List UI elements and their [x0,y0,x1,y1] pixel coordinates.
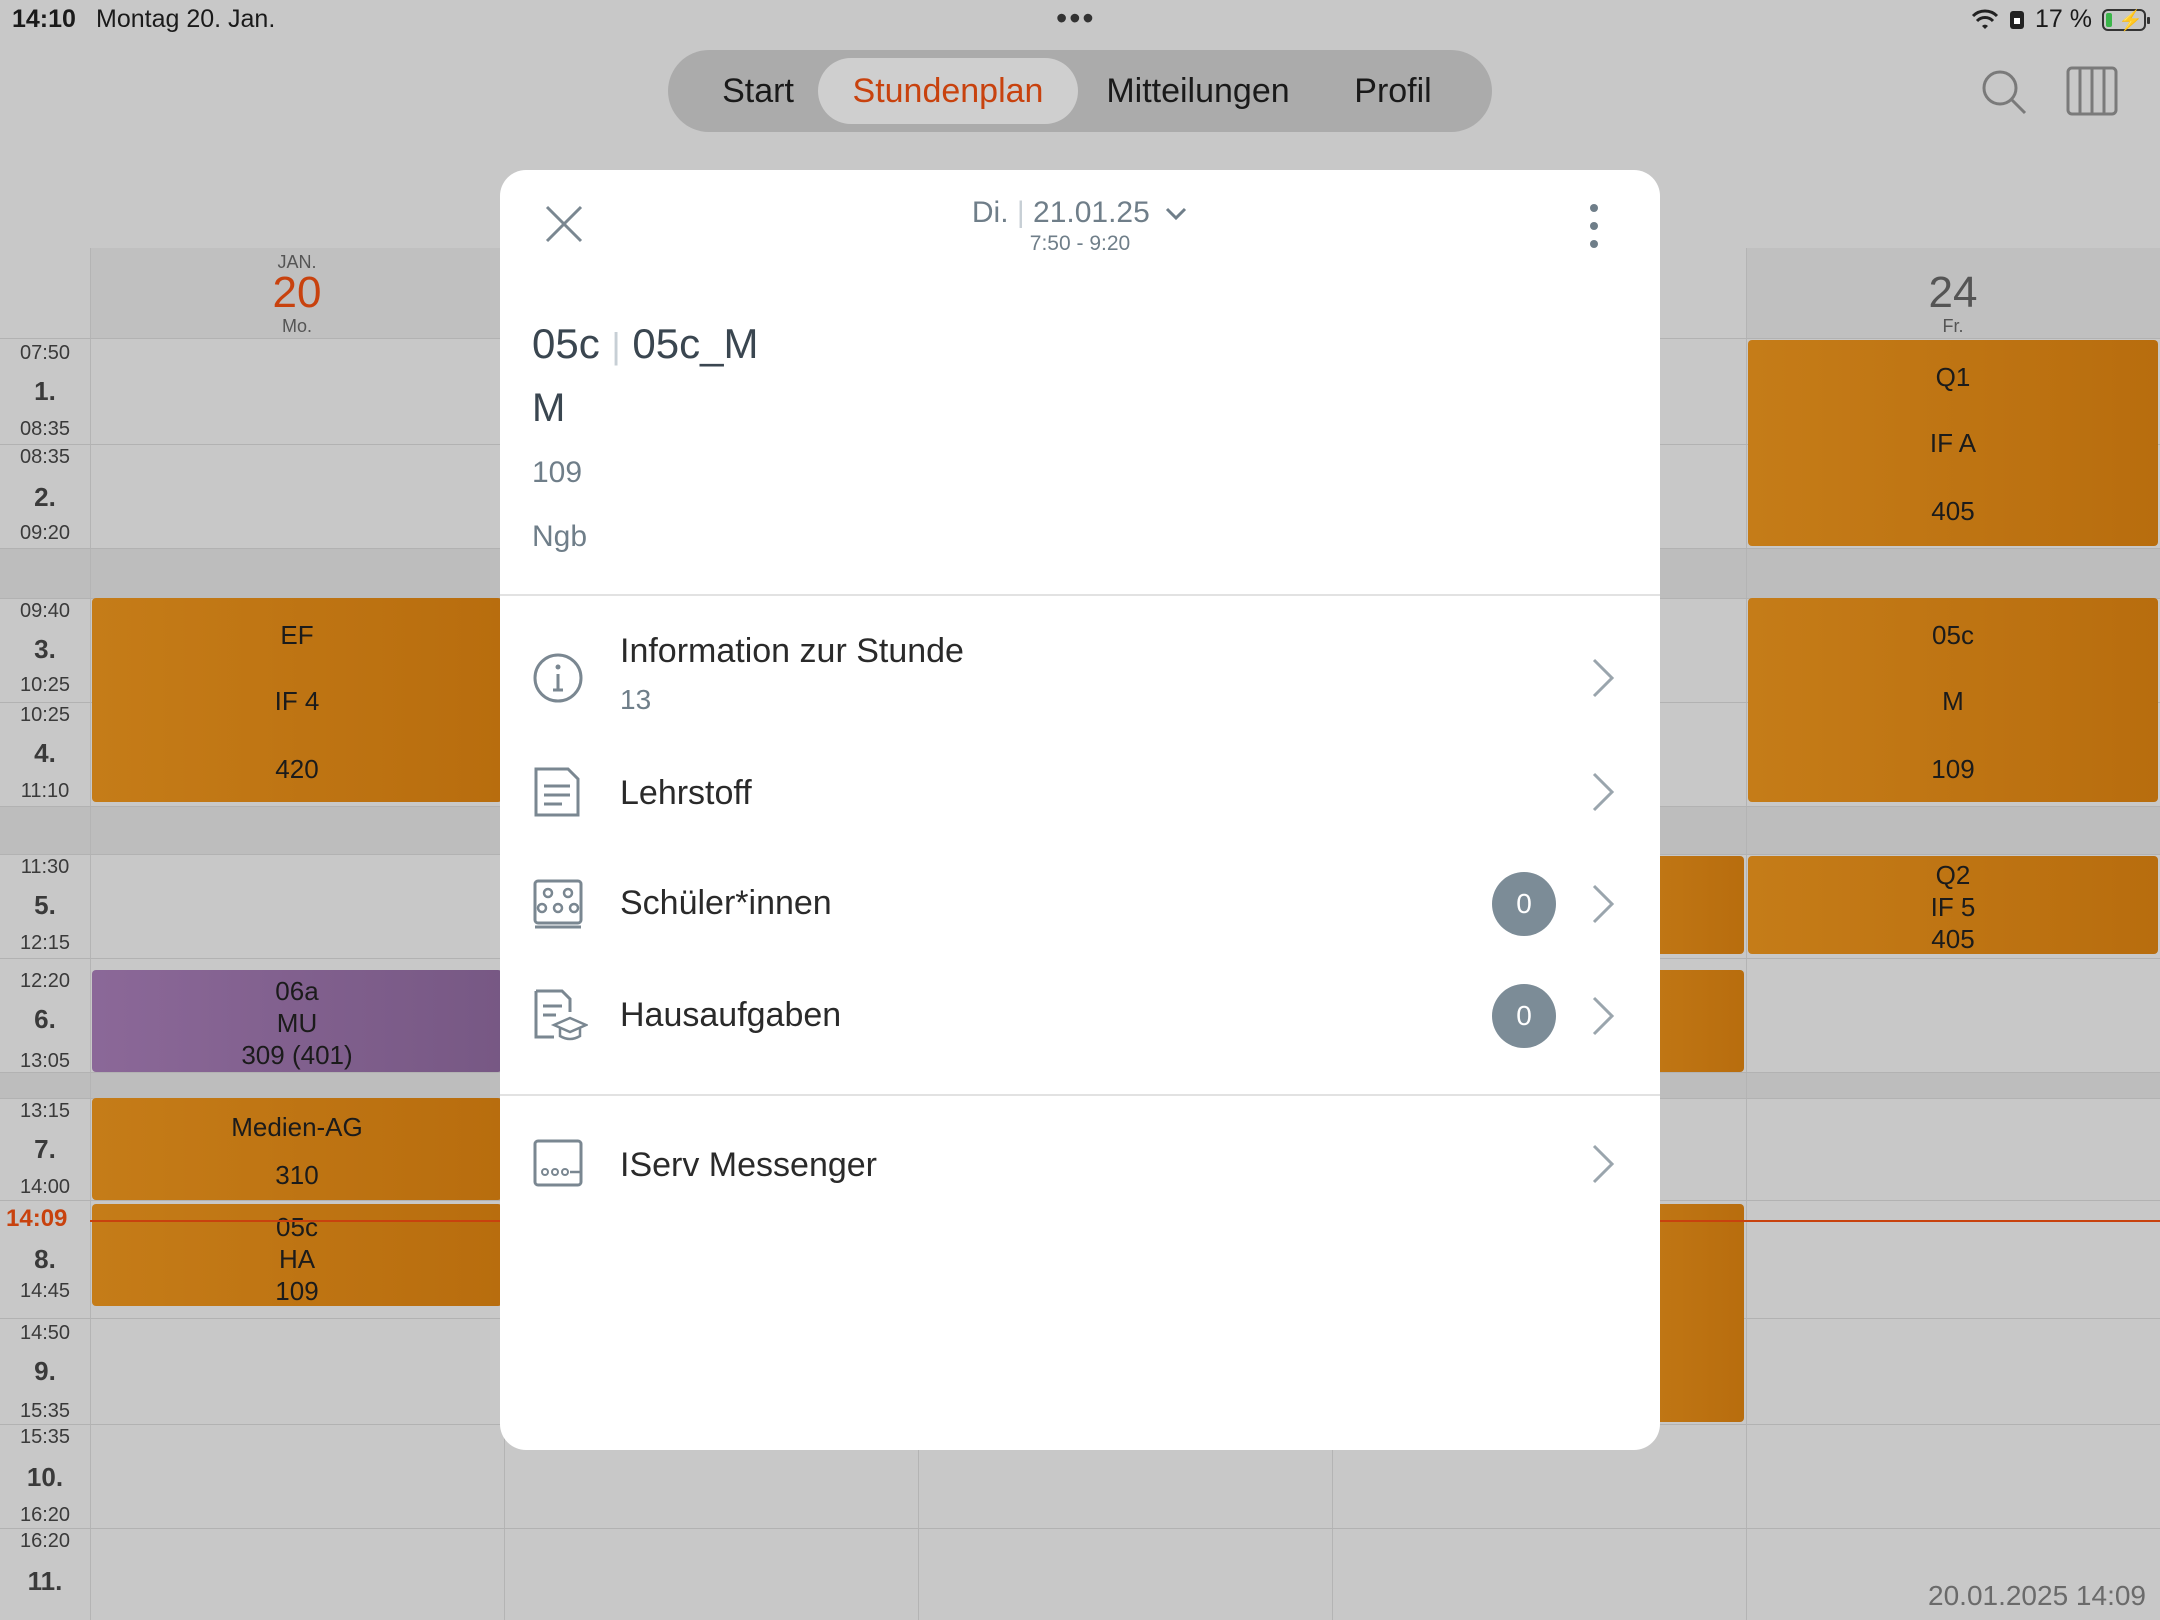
day-header-friday[interactable]: 24 Fr. [1746,248,2160,338]
lehrstoff-label: Lehrstoff [620,774,752,812]
tab-mitteilungen[interactable]: Mitteilungen [1088,58,1308,124]
weekday-label: Mo. [281,316,312,336]
info-label: Information zur Stunde [620,632,964,670]
tab-stundenplan[interactable]: Stundenplan [818,58,1078,124]
homework-label: Hausaufgaben [620,996,842,1034]
search-icon[interactable] [1980,68,2028,116]
lesson-detail-modal: Di. | 21.01.25 7:50 - 9:20 05c | 05c_M M… [500,170,1660,1450]
lock-rotation-icon [2010,10,2025,29]
lesson-subject: M [532,386,566,430]
chevron-down-icon [1166,207,1187,221]
column-divider [90,248,91,1620]
students-row[interactable]: Schüler*innen 0 [500,854,1660,954]
homework-row[interactable]: Hausaufgaben 0 [500,966,1660,1066]
lesson-card[interactable]: EF IF 4 420 [92,598,502,802]
lesson-class: 05c [532,320,600,367]
close-icon[interactable] [544,204,584,244]
day-number: 20 [272,268,322,317]
section-divider [500,594,1660,596]
chevron-right-icon [1592,884,1615,924]
date-selector[interactable]: Di. | 21.01.25 [880,196,1280,230]
status-bar: 14:10 Montag 20. Jan. ••• 17 % ⚡ [0,0,2160,40]
refresh-timestamp: 20.01.2025 14:09 [1928,1580,2146,1611]
lesson-card[interactable]: Q1 IF A 405 [1748,340,2158,546]
chevron-right-icon [1592,772,1615,812]
lesson-card[interactable]: 06a MU 309 (401) [92,970,502,1072]
homework-count-badge: 0 [1492,984,1556,1048]
status-date: Montag 20. Jan. [96,5,276,33]
modal-weekday: Di. [971,196,1009,229]
main-nav: Start Stundenplan Mitteilungen Profil [668,50,1492,132]
status-time: 14:10 [12,5,76,33]
messenger-row[interactable]: IServ Messenger [500,1114,1660,1214]
chevron-right-icon [1592,996,1615,1036]
grid-line [0,1528,2160,1529]
messenger-label: IServ Messenger [620,1146,877,1184]
homework-icon [534,989,588,1041]
chevron-right-icon [1592,1144,1615,1184]
modal-date: 21.01.25 [1033,196,1150,229]
students-count-badge: 0 [1492,872,1556,936]
lesson-title: 05c | 05c_M [532,320,758,368]
lesson-teacher: Ngb [532,520,588,553]
battery-icon: ⚡ [2102,8,2150,32]
wifi-icon [1971,9,1999,29]
tab-start[interactable]: Start [688,58,828,124]
week-view-icon[interactable] [2066,66,2118,116]
modal-time-range: 7:50 - 9:20 [1029,232,1131,255]
lesson-course: 05c_M [632,320,759,367]
section-divider [500,1094,1660,1096]
messenger-icon [533,1139,583,1187]
more-options-icon[interactable] [1586,202,1602,250]
document-icon [534,767,580,817]
lesson-room: 109 [532,456,583,489]
column-divider [1746,248,1747,1620]
battery-percent: 17 % [2035,5,2092,33]
weekday-label: Fr. [1942,316,1964,336]
lesson-card[interactable]: Medien-AG 310 [92,1098,502,1200]
divider: | [611,325,621,366]
students-icon [533,879,583,929]
info-sub: 13 [620,684,652,715]
info-row[interactable]: Information zur Stunde 13 [500,620,1660,740]
chevron-right-icon [1592,658,1615,698]
current-time-label: 14:09 [6,1205,68,1233]
students-label: Schüler*innen [620,884,832,922]
multitasking-dots-icon[interactable]: ••• [1056,0,1096,37]
info-icon [533,653,583,703]
divider: | [1016,196,1025,229]
tab-profil[interactable]: Profil [1318,58,1468,124]
day-number: 24 [1928,268,1978,317]
day-header-monday[interactable]: JAN. 20 Mo. [90,248,504,338]
lesson-card[interactable]: 05c M 109 [1748,598,2158,802]
lesson-card[interactable]: Q2 IF 5 405 [1748,856,2158,954]
lehrstoff-row[interactable]: Lehrstoff [500,742,1660,842]
